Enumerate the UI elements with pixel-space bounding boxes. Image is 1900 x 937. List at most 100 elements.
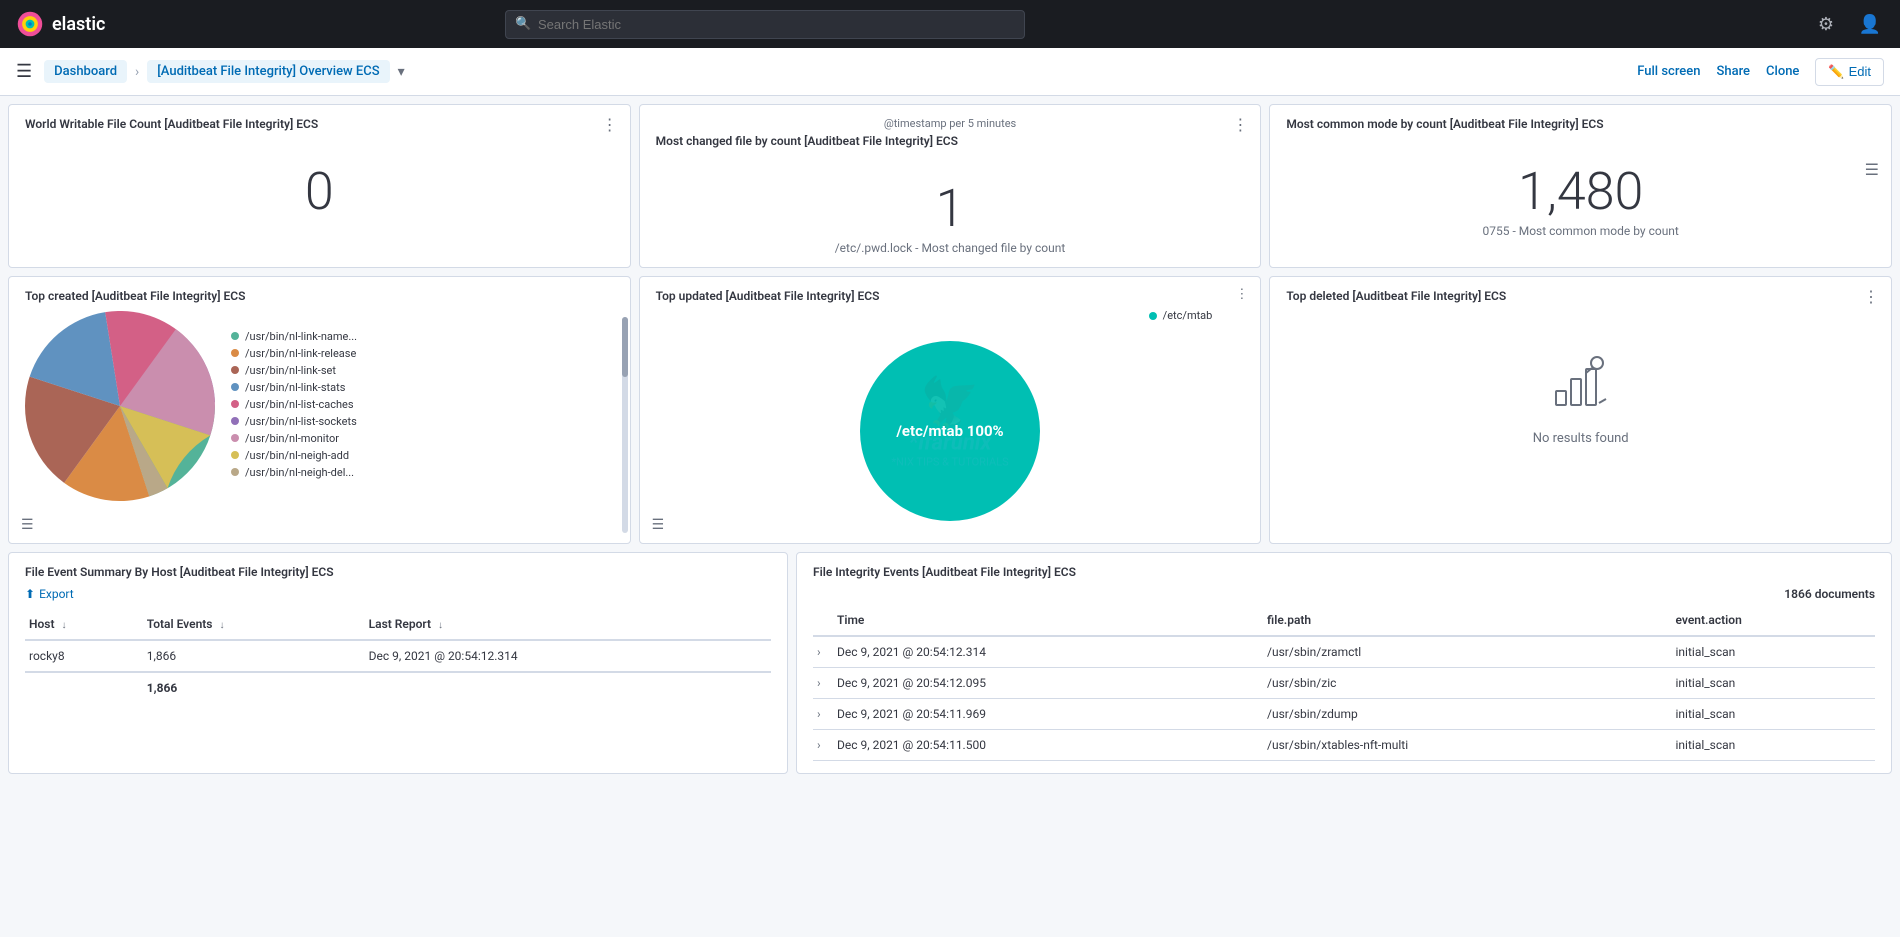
event-action-1: initial_scan [1672,636,1875,668]
col-host[interactable]: Host ↓ [25,609,143,640]
nav-right-icons: ⚙ 👤 [1812,10,1884,38]
table-header-row: Host ↓ Total Events ↓ Last Report ↓ [25,609,771,640]
legend-label-4: /usr/bin/nl-link-stats [245,381,345,394]
bottom-row: File Event Summary By Host [Auditbeat Fi… [8,552,1892,774]
legend-dot-6 [231,417,239,425]
cell-last-report-rocky8: Dec 9, 2021 @ 20:54:12.314 [365,640,771,672]
top-deleted-menu-icon[interactable]: ⋮ [1863,287,1879,306]
top-navigation: elastic 🔍 ⚙ 👤 [0,0,1900,48]
top-updated-menu-icon[interactable]: ⋮ [1235,287,1248,302]
world-writable-title: World Writable File Count [Auditbeat Fil… [25,117,614,131]
expand-row-1[interactable]: › [817,645,821,659]
top-updated-title: Top updated [Auditbeat File Integrity] E… [656,289,1245,303]
legend-item-8: /usr/bin/nl-neigh-add [231,449,614,462]
most-common-mode-label: 0755 - Most common mode by count [1286,224,1875,238]
legend-item-3: /usr/bin/nl-link-set [231,364,614,377]
col-total-events[interactable]: Total Events ↓ [143,609,365,640]
table-row: rocky8 1,866 Dec 9, 2021 @ 20:54:12.314 [25,640,771,672]
event-path-1: /usr/sbin/zramctl [1263,636,1671,668]
event-path-3: /usr/sbin/zdump [1263,699,1671,730]
most-changed-title: Most changed file by count [Auditbeat Fi… [656,134,1245,148]
legend-dot-8 [231,451,239,459]
expand-row-4[interactable]: › [817,738,821,752]
events-table: Time file.path event.action › Dec 9, 202… [813,605,1875,761]
legend-item-6: /usr/bin/nl-list-sockets [231,415,614,428]
legend-item-2: /usr/bin/nl-link-release [231,347,614,360]
edit-icon: ✏️ [1828,64,1844,80]
most-changed-panel: @timestamp per 5 minutes Most changed fi… [639,104,1262,268]
event-action-3: initial_scan [1672,699,1875,730]
chevron-down-icon[interactable]: ▾ [398,64,405,80]
legend-label-2: /usr/bin/nl-link-release [245,347,356,360]
share-button[interactable]: Share [1716,64,1750,79]
top-updated-pie [850,331,1050,531]
event-action-2: initial_scan [1672,668,1875,699]
no-results-container: No results found [1286,311,1875,486]
event-row-1: › Dec 9, 2021 @ 20:54:12.314 /usr/sbin/z… [813,636,1875,668]
event-time-3: Dec 9, 2021 @ 20:54:11.969 [833,699,1263,730]
top-updated-panel: Top updated [Auditbeat File Integrity] E… [639,276,1262,544]
elastic-logo: elastic [16,10,105,38]
legend-scrollbar[interactable] [622,317,628,533]
event-path-4: /usr/sbin/xtables-nft-multi [1263,730,1671,761]
event-time-4: Dec 9, 2021 @ 20:54:11.500 [833,730,1263,761]
file-event-summary-title: File Event Summary By Host [Auditbeat Fi… [25,565,771,579]
legend-dot-4 [231,383,239,391]
export-button[interactable]: ⬆ Export [25,587,771,601]
pie-row: Top created [Auditbeat File Integrity] E… [8,276,1892,544]
top-created-bottom-icon[interactable]: ☰ [21,517,34,533]
edit-button[interactable]: ✏️ Edit [1815,58,1884,86]
legend-dot-1 [231,332,239,340]
docs-count: 1866 documents [813,587,1875,601]
top-created-legend: /usr/bin/nl-link-name... /usr/bin/nl-lin… [231,330,614,483]
events-col-action: event.action [1672,605,1875,636]
settings-icon[interactable]: ⚙ [1812,10,1840,38]
event-row-3: › Dec 9, 2021 @ 20:54:11.969 /usr/sbin/z… [813,699,1875,730]
legend-label-5: /usr/bin/nl-list-caches [245,398,354,411]
legend-scrollbar-thumb[interactable] [622,317,628,377]
user-icon[interactable]: 👤 [1856,10,1884,38]
timestamp-label: @timestamp per 5 minutes [656,117,1245,130]
world-writable-value: 0 [25,163,614,220]
main-content: World Writable File Count [Auditbeat Fil… [0,96,1900,937]
expand-row-3[interactable]: › [817,707,821,721]
most-common-mode-panel: Most common mode by count [Auditbeat Fil… [1269,104,1892,268]
events-col-path: file.path [1263,605,1671,636]
events-col-expand [813,605,833,636]
top-updated-bottom-icon[interactable]: ☰ [652,517,665,533]
col-last-report[interactable]: Last Report ↓ [365,609,771,640]
world-writable-menu-icon[interactable]: ⋮ [602,115,618,134]
expand-row-2[interactable]: › [817,676,821,690]
legend-label-6: /usr/bin/nl-list-sockets [245,415,357,428]
search-input[interactable] [505,10,1025,39]
event-row-2: › Dec 9, 2021 @ 20:54:12.095 /usr/sbin/z… [813,668,1875,699]
events-header-row: Time file.path event.action [813,605,1875,636]
no-results-svg [1551,351,1611,411]
file-integrity-events-panel: File Integrity Events [Auditbeat File In… [796,552,1892,774]
legend-item-4: /usr/bin/nl-link-stats [231,381,614,394]
top-deleted-title: Top deleted [Auditbeat File Integrity] E… [1286,289,1875,303]
hamburger-menu[interactable]: ☰ [16,61,32,82]
elastic-logo-svg [16,10,44,38]
legend-item-5: /usr/bin/nl-list-caches [231,398,614,411]
legend-dot-7 [231,434,239,442]
cell-total-label [25,672,143,703]
metric-row: World Writable File Count [Auditbeat Fil… [8,104,1892,268]
most-changed-menu-icon[interactable]: ⋮ [1232,115,1248,134]
fullscreen-button[interactable]: Full screen [1637,64,1700,79]
world-writable-panel: World Writable File Count [Auditbeat Fil… [8,104,631,268]
legend-dot-5 [231,400,239,408]
legend-label-8: /usr/bin/nl-neigh-add [245,449,349,462]
event-path-2: /usr/sbin/zic [1263,668,1671,699]
event-row-4: › Dec 9, 2021 @ 20:54:11.500 /usr/sbin/x… [813,730,1875,761]
legend-dot-9 [231,468,239,476]
clone-button[interactable]: Clone [1766,64,1799,79]
file-integrity-title: File Integrity Events [Auditbeat File In… [813,565,1875,579]
legend-dot-3 [231,366,239,374]
most-common-mode-title: Most common mode by count [Auditbeat Fil… [1286,117,1875,131]
event-time-1: Dec 9, 2021 @ 20:54:12.314 [833,636,1263,668]
most-common-mode-menu-icon[interactable]: ☰ [1865,160,1879,179]
breadcrumb-current-page[interactable]: [Auditbeat File Integrity] Overview ECS [147,60,389,83]
breadcrumb-dashboard[interactable]: Dashboard [44,60,127,83]
legend-item-7: /usr/bin/nl-monitor [231,432,614,445]
